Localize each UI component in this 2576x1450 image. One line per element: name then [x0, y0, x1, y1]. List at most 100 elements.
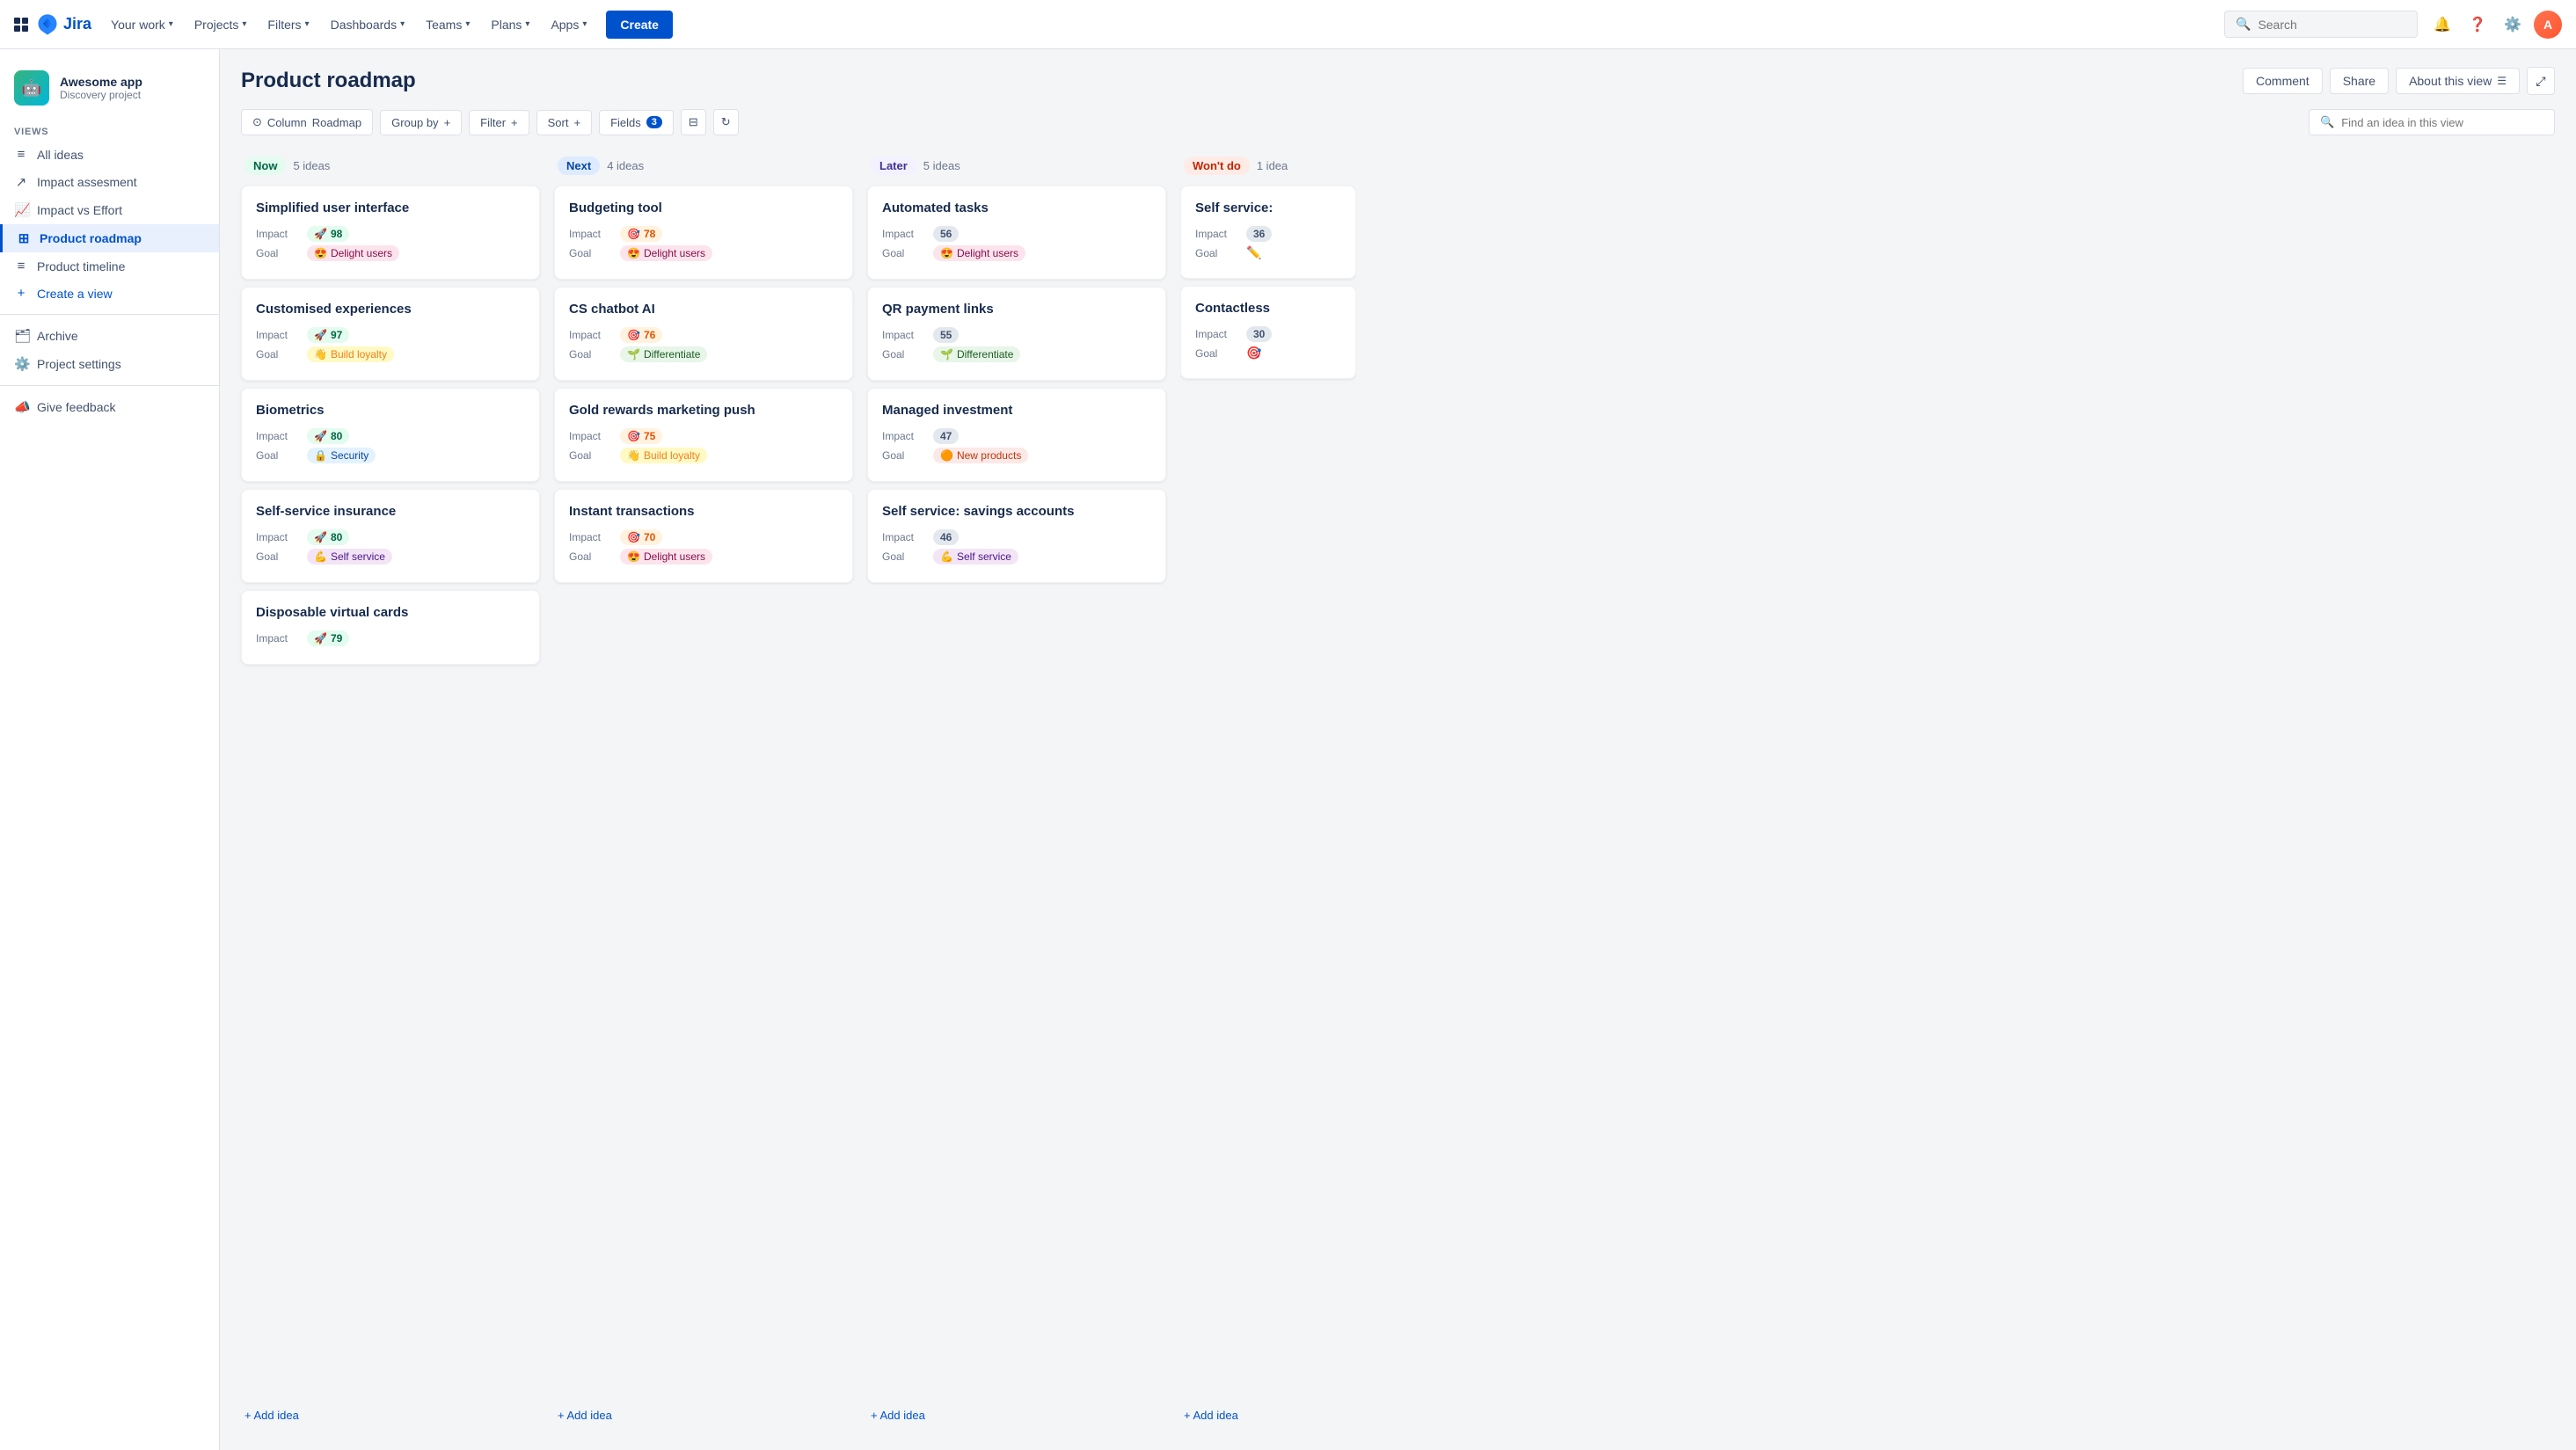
scatter-icon: 📈: [14, 202, 28, 218]
grid-icon[interactable]: [14, 18, 28, 32]
card-contactless-partial[interactable]: Contactless Impact 30 Goal 🎯: [1180, 286, 1356, 379]
card-impact-field: Impact 🎯 75: [569, 428, 838, 444]
add-idea-next[interactable]: + Add idea: [554, 1402, 853, 1429]
impact-badge: 🚀 98: [307, 226, 349, 242]
impact-badge: 36: [1246, 226, 1272, 242]
sidebar-item-label: Project settings: [37, 357, 121, 371]
card-goal-field: Goal 😍 Delight users: [569, 549, 838, 565]
search-input[interactable]: [2258, 18, 2398, 32]
card-self-service-insurance[interactable]: Self-service insurance Impact 🚀 80 Goal: [241, 489, 540, 583]
sidebar-item-label: Impact vs Effort: [37, 203, 122, 217]
column-tag-wontdo: Won't do: [1184, 157, 1250, 175]
sidebar-item-label: Impact assesment: [37, 175, 137, 189]
card-goal-field: Goal 😍 Delight users: [569, 245, 838, 261]
comment-button[interactable]: Comment: [2243, 68, 2323, 94]
view-toggle-button[interactable]: ⊟: [681, 109, 706, 135]
jira-logo[interactable]: Jira: [35, 12, 91, 37]
card-impact-field: Impact 55: [882, 327, 1151, 343]
column-header-now: Now 5 ideas: [241, 149, 540, 186]
about-view-button[interactable]: About this view ☰: [2396, 68, 2520, 94]
nav-filters[interactable]: Filters ▾: [259, 12, 317, 37]
notifications-button[interactable]: 🔔: [2428, 11, 2456, 39]
card-title: Managed investment: [882, 403, 1151, 418]
card-automated-tasks[interactable]: Automated tasks Impact 56 Goal 😍 Deligh: [867, 186, 1166, 280]
plus-icon: +: [511, 116, 518, 129]
expand-button[interactable]: ⤢: [2527, 67, 2555, 95]
sidebar-item-give-feedback[interactable]: 📣 Give feedback: [0, 393, 219, 421]
add-idea-now[interactable]: + Add idea: [241, 1402, 540, 1429]
refresh-button[interactable]: ↻: [713, 109, 739, 135]
sidebar-item-impact-effort[interactable]: 📈 Impact vs Effort: [0, 196, 219, 224]
search-ideas-input[interactable]: [2341, 116, 2543, 129]
lines-icon: ☰: [2497, 75, 2507, 87]
card-goal-field: Goal 😍 Delight users: [882, 245, 1151, 261]
search-icon: 🔍: [2236, 17, 2251, 32]
filter-button[interactable]: Filter +: [469, 110, 529, 135]
fields-button[interactable]: Fields 3: [599, 110, 674, 135]
card-self-service-savings[interactable]: Self service: savings accounts Impact 46…: [867, 489, 1166, 583]
chevron-down-icon: ▾: [242, 19, 246, 29]
nav-plans[interactable]: Plans ▾: [482, 12, 538, 37]
card-self-service-partial[interactable]: Self service: Impact 36 Goal ✏️: [1180, 186, 1356, 279]
nav-icons: 🔔 ❓ ⚙️ A: [2428, 11, 2562, 39]
project-sub: Discovery project: [60, 89, 142, 101]
fields-count-badge: 3: [646, 116, 662, 128]
plus-icon: +: [444, 116, 451, 129]
gear-icon: ⚙️: [14, 356, 28, 372]
card-qr-payment-links[interactable]: QR payment links Impact 55 Goal 🌱 Diffe: [867, 287, 1166, 381]
card-title: QR payment links: [882, 302, 1151, 317]
card-disposable-virtual-cards[interactable]: Disposable virtual cards Impact 🚀 79: [241, 590, 540, 665]
goal-tag: 😍 Delight users: [620, 549, 712, 565]
nav-your-work[interactable]: Your work ▾: [102, 12, 182, 37]
create-button[interactable]: Create: [606, 11, 673, 39]
card-impact-field: Impact 36: [1195, 226, 1341, 242]
header-actions: Comment Share About this view ☰ ⤢: [2243, 67, 2555, 95]
sidebar-item-product-roadmap[interactable]: ⊞ Product roadmap: [0, 224, 219, 252]
card-goal-field: Goal 🌱 Differentiate: [569, 346, 838, 362]
share-button[interactable]: Share: [2330, 68, 2389, 94]
search-bar[interactable]: 🔍: [2224, 11, 2418, 38]
board-column-wontdo: Won't do 1 idea Self service: Impact 36: [1180, 149, 1356, 1429]
sidebar-item-impact-assessment[interactable]: ↗ Impact assesment: [0, 168, 219, 196]
card-goal-field: Goal 🟠 New products: [882, 448, 1151, 463]
sidebar-item-create-view[interactable]: + Create a view: [0, 280, 219, 307]
grid-icon: ⊞: [17, 230, 31, 246]
column-button[interactable]: ⊙ Column Roadmap: [241, 109, 373, 135]
nav-projects[interactable]: Projects ▾: [186, 12, 256, 37]
card-impact-field: Impact 🎯 76: [569, 327, 838, 343]
add-idea-wontdo[interactable]: + Add idea: [1180, 1402, 1356, 1429]
impact-badge: 🚀 79: [307, 630, 349, 646]
card-title: Disposable virtual cards: [256, 605, 525, 620]
avatar[interactable]: A: [2534, 11, 2562, 39]
help-button[interactable]: ❓: [2463, 11, 2492, 39]
nav-apps[interactable]: Apps ▾: [542, 12, 595, 37]
sidebar-item-project-settings[interactable]: ⚙️ Project settings: [0, 350, 219, 378]
goal-tag: 👋 Build loyalty: [307, 346, 394, 362]
impact-badge: 🎯 78: [620, 226, 662, 242]
card-managed-investment[interactable]: Managed investment Impact 47 Goal 🟠 New: [867, 388, 1166, 482]
card-biometrics[interactable]: Biometrics Impact 🚀 80 Goal 🔒: [241, 388, 540, 482]
sidebar-item-all-ideas[interactable]: ≡ All ideas: [0, 141, 219, 168]
card-gold-rewards[interactable]: Gold rewards marketing push Impact 🎯 75 …: [554, 388, 853, 482]
card-simplified-ui[interactable]: Simplified user interface Impact 🚀 98 Go…: [241, 186, 540, 280]
nav-dashboards[interactable]: Dashboards ▾: [322, 12, 414, 37]
chevron-down-icon: ▾: [400, 19, 405, 29]
search-ideas-bar[interactable]: 🔍: [2309, 109, 2555, 135]
sidebar-item-product-timeline[interactable]: ≡ Product timeline: [0, 252, 219, 280]
settings-button[interactable]: ⚙️: [2499, 11, 2527, 39]
card-budgeting-tool[interactable]: Budgeting tool Impact 🎯 78 Goal 😍: [554, 186, 853, 280]
chevron-down-icon: ▾: [582, 19, 587, 29]
card-customised-experiences[interactable]: Customised experiences Impact 🚀 97 Goal: [241, 287, 540, 381]
board-column-now: Now 5 ideas Simplified user interface Im…: [241, 149, 540, 1429]
card-impact-field: Impact 🚀 98: [256, 226, 525, 242]
sort-button[interactable]: Sort +: [536, 110, 592, 135]
nav-teams[interactable]: Teams ▾: [417, 12, 478, 37]
sidebar-item-archive[interactable]: 🗂 Archive: [0, 322, 219, 350]
card-instant-transactions[interactable]: Instant transactions Impact 🎯 70 Goal �: [554, 489, 853, 583]
groupby-button[interactable]: Group by +: [380, 110, 462, 135]
add-idea-later[interactable]: + Add idea: [867, 1402, 1166, 1429]
card-impact-field: Impact 🚀 80: [256, 529, 525, 545]
plus-icon: +: [14, 286, 28, 301]
column-icon: ⊙: [252, 115, 262, 129]
card-cs-chatbot-ai[interactable]: CS chatbot AI Impact 🎯 76 Goal 🌱: [554, 287, 853, 381]
